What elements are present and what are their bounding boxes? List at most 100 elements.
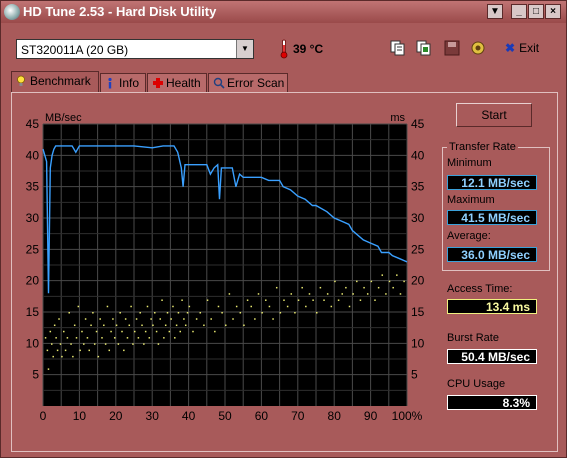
access-time-point	[157, 343, 160, 345]
access-time-point	[144, 330, 147, 333]
access-time-point	[172, 305, 174, 308]
access-time-point	[170, 318, 172, 320]
access-time-point	[341, 293, 343, 295]
x-tick-label: 90	[364, 409, 378, 423]
start-button[interactable]: Start	[456, 103, 532, 127]
benchmark-chart: 5 5 10 10 15 15 20 20 25 25 30 30 35 35 40 40 45 45 MB/sec…	[26, 112, 425, 423]
access-time-point	[183, 318, 185, 320]
access-time-point	[44, 337, 47, 339]
access-time-point	[168, 330, 171, 333]
y-tick-label-right: 30	[411, 211, 425, 225]
access-time-point	[101, 337, 103, 339]
exit-button[interactable]: ✖ Exit	[505, 41, 539, 55]
y-tick-label-right: 5	[411, 368, 418, 382]
access-time-point	[90, 324, 92, 327]
x-tick-label: 40	[182, 409, 196, 423]
access-time-point	[56, 349, 59, 352]
close-button[interactable]: ×	[545, 4, 561, 19]
access-time-point	[319, 286, 322, 289]
access-time-point	[113, 337, 116, 339]
maximum-label: Maximum	[447, 194, 495, 206]
maximize-button[interactable]: □	[528, 4, 544, 19]
y-tick-label-right: 25	[411, 242, 425, 256]
access-time-point	[210, 318, 212, 320]
access-time-point	[232, 318, 234, 320]
access-time-point	[159, 318, 161, 320]
access-time-point	[139, 312, 141, 314]
access-time-point	[128, 324, 131, 327]
access-time-point	[106, 305, 109, 308]
x-tick-label: 60	[255, 409, 269, 423]
access-time-point	[117, 343, 120, 345]
access-time-point	[323, 299, 325, 301]
access-time-point	[88, 349, 90, 352]
access-time-point	[61, 355, 63, 358]
access-time-point	[146, 305, 149, 308]
save-icon[interactable]	[443, 39, 461, 57]
x-tick-label: 10	[73, 409, 87, 423]
access-time-point	[214, 330, 216, 333]
access-time-point	[385, 293, 387, 295]
access-time-point	[58, 318, 60, 320]
access-time-point	[86, 337, 89, 339]
access-time-point	[363, 286, 365, 289]
cpu-usage-value: 8.3%	[447, 395, 537, 410]
access-time-point	[112, 318, 114, 320]
access-time-point	[228, 293, 231, 295]
access-time-point	[130, 305, 132, 308]
access-time-point	[308, 293, 311, 295]
access-time-point	[326, 293, 329, 295]
access-time-point	[254, 318, 256, 320]
access-time-point	[330, 305, 333, 308]
access-time-value: 13.4 ms	[447, 299, 537, 314]
x-tick-label: 50	[218, 409, 232, 423]
y-tick-label-left: 45	[26, 117, 40, 131]
access-time-point	[186, 312, 189, 314]
access-time-point	[179, 330, 181, 333]
access-time-point	[181, 299, 183, 301]
access-time-point	[374, 299, 376, 301]
y-tick-label-left: 25	[26, 242, 40, 256]
access-time-point	[52, 355, 54, 358]
x-tick-label: 100%	[392, 409, 423, 423]
access-time-point	[192, 330, 194, 333]
access-time-point	[265, 299, 267, 301]
access-time-point	[92, 312, 94, 314]
access-time-point	[250, 305, 252, 308]
burst-rate-label: Burst Rate	[447, 332, 499, 344]
access-time-point	[305, 305, 307, 308]
access-time-point	[221, 312, 223, 314]
access-time-point	[47, 368, 50, 370]
y-tick-label-right: 45	[411, 117, 425, 131]
access-time-point	[272, 318, 274, 320]
access-time-point	[388, 280, 391, 283]
access-time-point	[64, 349, 67, 352]
access-time-point	[166, 312, 169, 314]
access-time-point	[119, 312, 121, 314]
access-time-point	[203, 324, 205, 327]
access-time-point	[49, 330, 52, 333]
access-time-point	[396, 274, 398, 276]
options-icon[interactable]	[469, 39, 487, 57]
access-time-point	[55, 337, 57, 339]
access-time-point	[77, 305, 80, 308]
y-tick-label-right: 35	[411, 180, 425, 194]
dropdown-menu-button[interactable]: ▼	[487, 4, 503, 19]
access-time-point	[83, 343, 85, 345]
access-time-point	[150, 318, 152, 320]
y-tick-label-left: 40	[26, 148, 40, 162]
access-time-point	[239, 312, 242, 314]
access-time-point	[124, 318, 127, 320]
access-time-point	[268, 305, 271, 308]
access-time-point	[95, 330, 98, 333]
access-time-point	[199, 312, 202, 314]
minimize-button[interactable]: _	[511, 4, 527, 19]
access-time-point	[294, 312, 296, 314]
exit-label: Exit	[519, 41, 540, 55]
access-time-point	[246, 299, 249, 301]
access-time-point	[70, 343, 72, 345]
access-time-point	[84, 318, 87, 320]
access-time-point	[312, 299, 314, 301]
access-time-point	[279, 312, 282, 314]
maximum-value: 41.5 MB/sec	[447, 210, 537, 225]
